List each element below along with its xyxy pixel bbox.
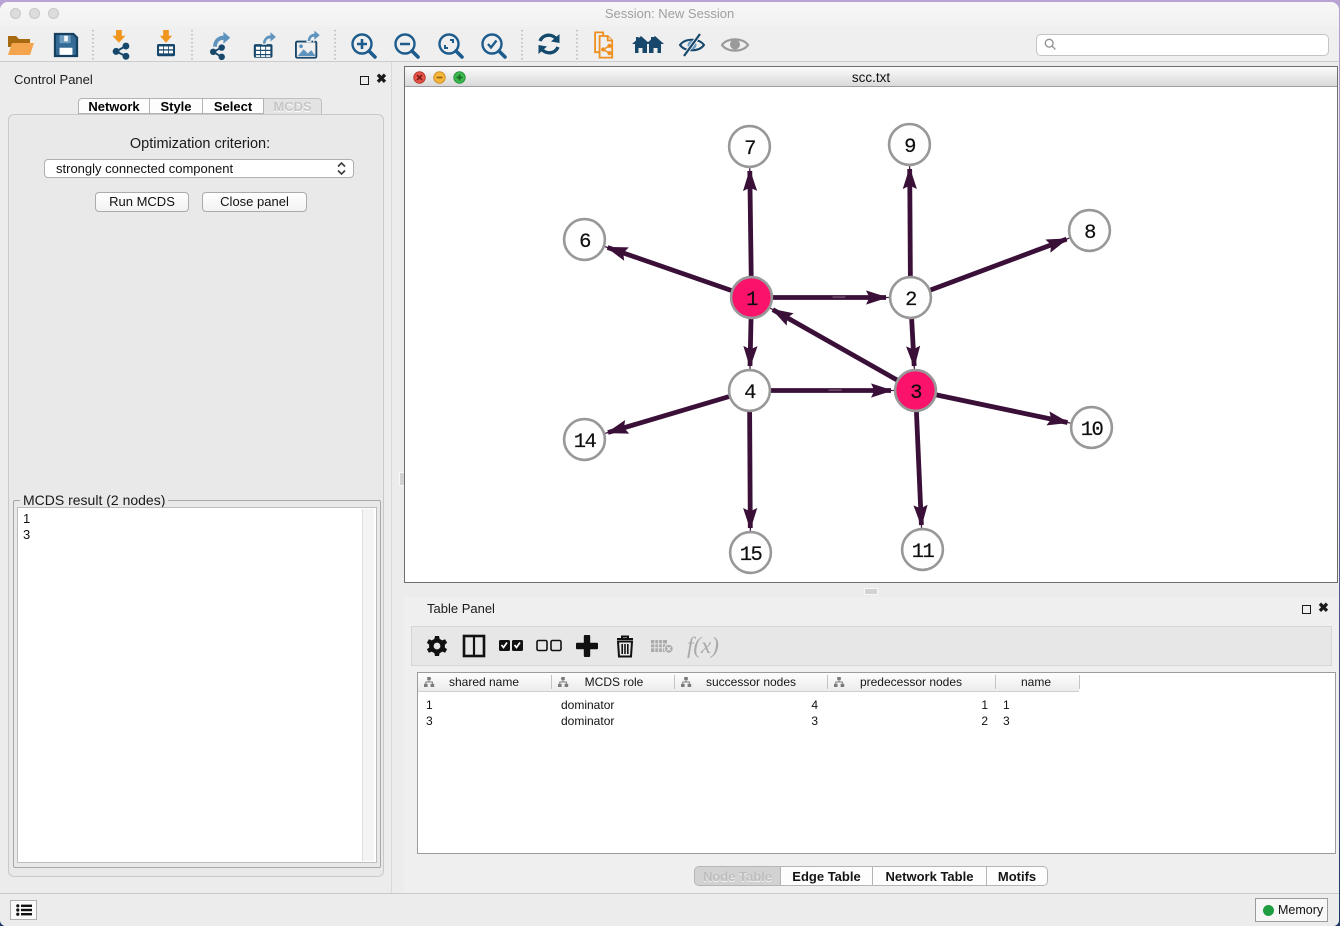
svg-text:2: 2 [905,289,916,312]
svg-text:MCDS role: MCDS role [585,675,644,689]
svg-text:8: 8 [1084,222,1095,245]
svg-text:7: 7 [744,138,755,161]
svg-text:15: 15 [740,544,762,567]
svg-text:f(x): f(x) [687,633,719,658]
svg-text:successor nodes: successor nodes [706,675,796,689]
svg-text:6: 6 [579,231,590,254]
svg-text:14: 14 [574,431,597,454]
svg-text:name: name [1021,675,1051,689]
svg-text:1: 1 [746,289,758,312]
svg-text:10: 10 [1081,419,1104,442]
svg-text:predecessor nodes: predecessor nodes [860,675,962,689]
svg-text:4: 4 [744,382,756,405]
svg-text:11: 11 [912,541,935,564]
svg-text:9: 9 [904,136,915,159]
svg-text:3: 3 [910,382,921,405]
svg-text:shared name: shared name [449,675,519,689]
